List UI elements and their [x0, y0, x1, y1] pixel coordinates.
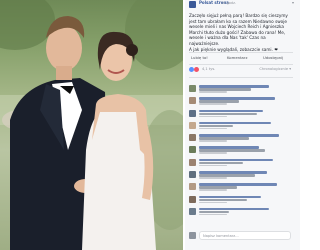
divider: [189, 52, 293, 53]
comment-item: [189, 145, 297, 155]
avatar[interactable]: [189, 146, 196, 154]
comment-item: [189, 133, 297, 143]
comment-item: [189, 158, 297, 168]
caption-line: wesele mieli i nas Wojciech Reich i Agni…: [189, 24, 284, 30]
post-photo[interactable]: [0, 0, 183, 250]
divider: [189, 77, 293, 78]
comment-meta[interactable]: [199, 91, 227, 93]
comment-meta[interactable]: [199, 164, 227, 167]
like-button[interactable]: Lubię to!: [191, 55, 208, 60]
comment-button[interactable]: Komentarz: [227, 55, 247, 60]
avatar[interactable]: [189, 195, 196, 203]
comment-text: [199, 158, 273, 162]
comment-meta[interactable]: [199, 103, 227, 105]
avatar[interactable]: [189, 121, 196, 129]
comment-text: [199, 198, 247, 202]
post-timestamp[interactable]: 11 godz.: [221, 1, 236, 5]
comment-item: [189, 84, 297, 94]
caption-line: wesele i ważna dla Nas 'tak' Czas na naj…: [189, 35, 266, 46]
comment-item: [189, 121, 297, 131]
comment-item: [189, 96, 297, 106]
comment-meta[interactable]: [199, 177, 227, 179]
comment-text: [199, 109, 263, 113]
comment-meta[interactable]: [199, 115, 227, 118]
caption-line: Zaczęło sięjuż pełną parą! Bardzo się ci…: [189, 13, 288, 18]
avatar[interactable]: [189, 158, 196, 166]
comment-sort-dropdown[interactable]: Chronologicznie ▾: [259, 67, 291, 71]
comment-item: [189, 170, 297, 180]
love-reaction-icon: [194, 67, 199, 72]
comment-meta[interactable]: [199, 127, 227, 130]
current-user-avatar: [189, 232, 196, 239]
comment-meta[interactable]: [199, 152, 227, 154]
comment-meta[interactable]: [199, 213, 227, 216]
comments-list: [189, 84, 297, 219]
page-avatar[interactable]: [189, 1, 196, 8]
wedding-couple-photo: [0, 0, 183, 250]
post-options-icon[interactable]: ▾: [292, 0, 294, 5]
comment-text: [199, 112, 257, 116]
reactions-bar[interactable]: 4,1 tys. Chronologicznie ▾: [189, 67, 293, 75]
write-comment-row: Napisz komentarz...: [189, 231, 293, 241]
comment-item: [189, 109, 297, 119]
comment-text: [199, 195, 261, 199]
comment-item: [189, 182, 297, 192]
comment-meta[interactable]: [199, 140, 227, 142]
comment-item: [189, 195, 297, 205]
comment-meta[interactable]: [199, 201, 227, 204]
avatar[interactable]: [189, 171, 196, 179]
avatar[interactable]: [189, 97, 196, 105]
post-actions: Lubię to! Komentarz Udostępnij: [189, 55, 293, 63]
avatar[interactable]: [189, 207, 196, 215]
post-header: Polsat strona 11 godz. ▾: [189, 0, 300, 10]
reaction-count[interactable]: 4,1 tys.: [202, 67, 215, 71]
avatar[interactable]: [189, 134, 196, 142]
avatar[interactable]: [189, 85, 196, 92]
share-button[interactable]: Udostępnij: [263, 55, 283, 60]
comment-text: [199, 161, 243, 165]
comment-meta[interactable]: [199, 189, 227, 191]
avatar[interactable]: [189, 183, 196, 191]
avatar[interactable]: [189, 109, 196, 117]
post-caption: Zaczęło sięjuż pełną parą! Bardzo się ci…: [189, 13, 293, 52]
comment-input[interactable]: Napisz komentarz...: [199, 231, 291, 240]
divider: [189, 64, 293, 65]
comment-item: [189, 207, 297, 217]
